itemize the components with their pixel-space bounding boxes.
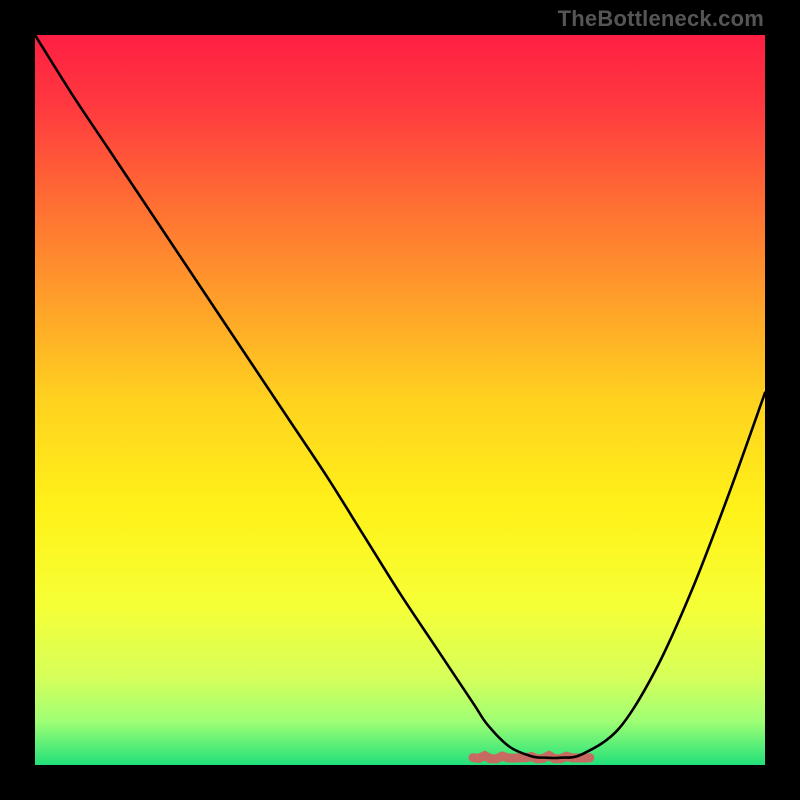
plot-area [35, 35, 765, 765]
watermark-text: TheBottleneck.com [558, 6, 764, 32]
plot-svg [35, 35, 765, 765]
chart-frame: TheBottleneck.com [0, 0, 800, 800]
gradient-background [35, 35, 765, 765]
